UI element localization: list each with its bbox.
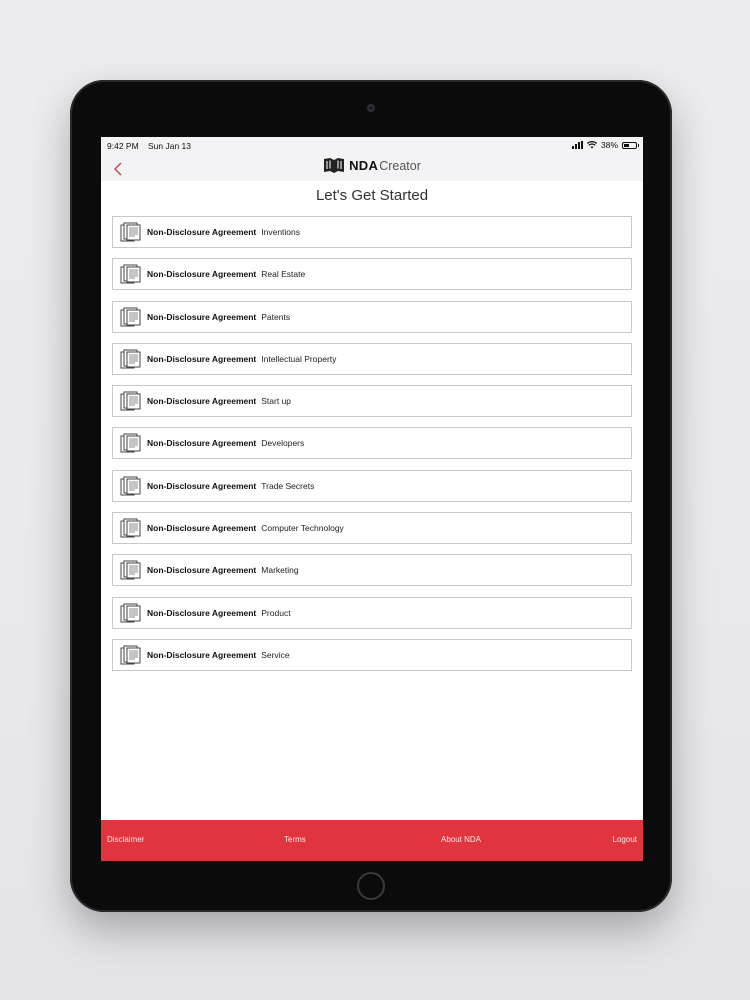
document-icon — [120, 603, 141, 623]
document-icon — [120, 391, 141, 411]
nda-item-label: Service — [261, 649, 290, 660]
nda-list-item[interactable]: Non-Disclosure Agreement Intellectual Pro… — [112, 342, 632, 375]
document-icon — [120, 349, 141, 369]
home-button[interactable] — [357, 872, 385, 900]
brand-name-bold: NDA — [349, 158, 379, 173]
document-icon — [120, 222, 141, 242]
status-date: Sun Jan 13 — [148, 141, 192, 151]
nda-list-item[interactable]: Non-Disclosure Agreement Start up — [112, 385, 632, 418]
book-logo-icon — [324, 158, 345, 173]
nda-list-item[interactable]: Non-Disclosure Agreement Patents — [112, 300, 632, 333]
nda-list-item[interactable]: Non-Disclosure Agreement Service — [112, 638, 632, 671]
nda-item-prefix: Non-Disclosure Agreement — [147, 607, 257, 618]
about-nda-link[interactable]: About NDA — [441, 835, 481, 844]
brand-name-light: Creator — [379, 158, 421, 173]
front-camera — [367, 104, 375, 112]
app-screen: 9:42 PM Sun Jan 13 38% NDA Creator Let's… — [101, 137, 643, 861]
nda-item-prefix: Non-Disclosure Agreement — [147, 396, 257, 407]
nda-list-item[interactable]: Non-Disclosure Agreement Developers — [112, 427, 632, 460]
nda-type-list: Non-Disclosure Agreement Inventions Non-Di… — [112, 216, 632, 681]
disclaimer-link[interactable]: Disclaimer — [107, 835, 144, 844]
document-icon — [120, 518, 141, 538]
status-bar: 9:42 PM Sun Jan 13 38% — [101, 137, 643, 153]
nda-item-label: Developers — [261, 438, 305, 449]
nda-item-prefix: Non-Disclosure Agreement — [147, 438, 257, 449]
nda-item-label: Start up — [261, 396, 292, 407]
nda-list-item[interactable]: Non-Disclosure Agreement Computer Technol… — [112, 512, 632, 545]
document-icon — [120, 433, 141, 453]
tablet-device: 9:42 PM Sun Jan 13 38% NDA Creator Let's… — [70, 80, 672, 912]
top-bar: 9:42 PM Sun Jan 13 38% NDA Creator — [101, 137, 643, 181]
nda-item-label: Marketing — [261, 565, 299, 576]
battery-percent: 38% — [600, 140, 618, 150]
nda-item-label: Computer Technology — [261, 523, 344, 534]
nda-item-prefix: Non-Disclosure Agreement — [147, 353, 257, 364]
app-logo: NDA Creator — [101, 157, 643, 174]
page-title: Let's Get Started — [315, 187, 429, 204]
nda-list-item[interactable]: Non-Disclosure Agreement Trade Secrets — [112, 469, 632, 502]
nda-item-prefix: Non-Disclosure Agreement — [147, 311, 257, 322]
battery-icon — [622, 141, 639, 149]
nda-item-prefix: Non-Disclosure Agreement — [147, 649, 257, 660]
nda-list-item[interactable]: Non-Disclosure Agreement Product — [112, 596, 632, 629]
nda-item-label: Inventions — [261, 227, 301, 237]
document-icon — [120, 560, 141, 580]
nda-list-item[interactable]: Non-Disclosure Agreement Marketing — [112, 554, 632, 587]
signal-icon — [571, 141, 583, 149]
nda-item-label: Product — [261, 607, 291, 618]
logout-link[interactable]: Logout — [613, 835, 637, 844]
document-icon — [120, 476, 141, 496]
wifi-icon — [586, 141, 597, 149]
nda-item-prefix: Non-Disclosure Agreement — [147, 227, 257, 237]
document-icon — [120, 307, 141, 327]
nda-list-item[interactable]: Non-Disclosure Agreement Inventions — [112, 216, 632, 248]
nda-item-prefix: Non-Disclosure Agreement — [147, 565, 257, 576]
document-icon — [120, 645, 141, 665]
nda-item-prefix: Non-Disclosure Agreement — [147, 269, 257, 280]
nda-item-prefix: Non-Disclosure Agreement — [147, 523, 257, 534]
nda-item-label: Real Estate — [261, 269, 306, 280]
nda-item-label: Trade Secrets — [261, 480, 315, 491]
status-time: 9:42 PM — [107, 141, 139, 151]
terms-link[interactable]: Terms — [284, 835, 306, 844]
nda-item-prefix: Non-Disclosure Agreement — [147, 480, 257, 491]
nda-item-label: Intellectual Property — [261, 353, 337, 364]
nda-item-label: Patents — [261, 311, 291, 322]
document-icon — [120, 264, 141, 284]
footer-bar: Disclaimer Terms About NDA Logout — [101, 820, 643, 861]
nda-list-item[interactable]: Non-Disclosure Agreement Real Estate — [112, 258, 632, 291]
status-indicators: 38% — [571, 140, 639, 150]
